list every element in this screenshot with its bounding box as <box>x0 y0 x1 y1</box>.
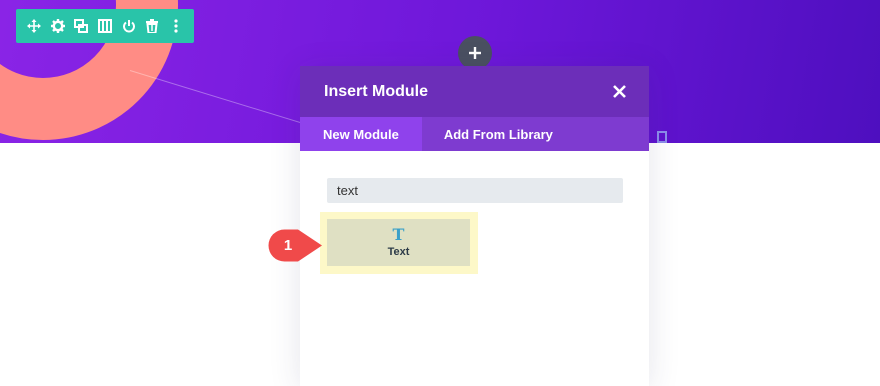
module-search-input[interactable] <box>327 178 623 203</box>
more-icon[interactable] <box>166 16 186 36</box>
text-module-icon: T <box>392 225 405 244</box>
tab-new-module[interactable]: New Module <box>300 117 422 151</box>
modal-header: Insert Module <box>300 66 649 117</box>
step-callout: 1 <box>268 229 324 262</box>
close-button[interactable] <box>611 84 627 100</box>
tab-add-from-library[interactable]: Add From Library <box>421 117 575 151</box>
text-module-button[interactable]: T Text <box>327 219 470 266</box>
add-row-button[interactable] <box>458 36 492 70</box>
decorative-square <box>657 131 667 143</box>
trash-icon[interactable] <box>142 16 162 36</box>
gear-icon[interactable] <box>48 16 68 36</box>
module-highlight: T Text <box>320 212 478 274</box>
move-icon[interactable] <box>24 16 44 36</box>
modal-title: Insert Module <box>324 82 429 100</box>
modal-tabs: New Module Add From Library <box>300 117 649 151</box>
insert-module-modal: Insert Module New Module Add From Librar… <box>300 66 649 386</box>
row-toolbar <box>16 9 194 43</box>
power-icon[interactable] <box>119 16 139 36</box>
module-label: Text <box>387 246 410 258</box>
plus-icon <box>469 47 481 59</box>
duplicate-icon[interactable] <box>71 16 91 36</box>
callout-number: 1 <box>283 237 293 254</box>
columns-icon[interactable] <box>95 16 115 36</box>
close-icon <box>612 85 626 98</box>
